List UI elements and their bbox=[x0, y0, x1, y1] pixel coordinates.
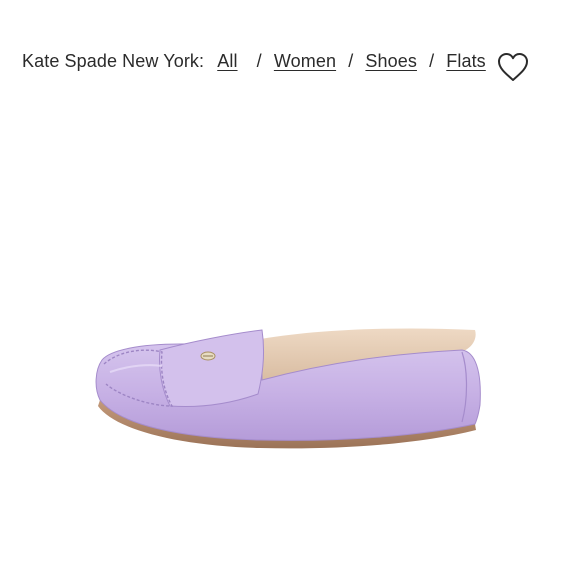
loafer-shoe-image bbox=[95, 328, 481, 449]
product-image bbox=[90, 310, 490, 470]
breadcrumb-link-flats[interactable]: Flats bbox=[446, 51, 486, 71]
breadcrumb-brand: Kate Spade New York: bbox=[22, 51, 205, 71]
heart-outline-icon bbox=[498, 53, 528, 81]
breadcrumb: Kate Spade New York: All / Women / Shoes… bbox=[22, 50, 486, 72]
breadcrumb-link-all[interactable]: All bbox=[217, 51, 237, 71]
favorite-button[interactable] bbox=[496, 50, 530, 84]
product-page: Kate Spade New York: All / Women / Shoes… bbox=[0, 0, 580, 580]
breadcrumb-separator: / bbox=[348, 51, 354, 71]
breadcrumb-link-women[interactable]: Women bbox=[274, 51, 336, 71]
breadcrumb-link-shoes[interactable]: Shoes bbox=[365, 51, 417, 71]
breadcrumb-separator: / bbox=[429, 51, 435, 71]
breadcrumb-separator: / bbox=[256, 51, 262, 71]
